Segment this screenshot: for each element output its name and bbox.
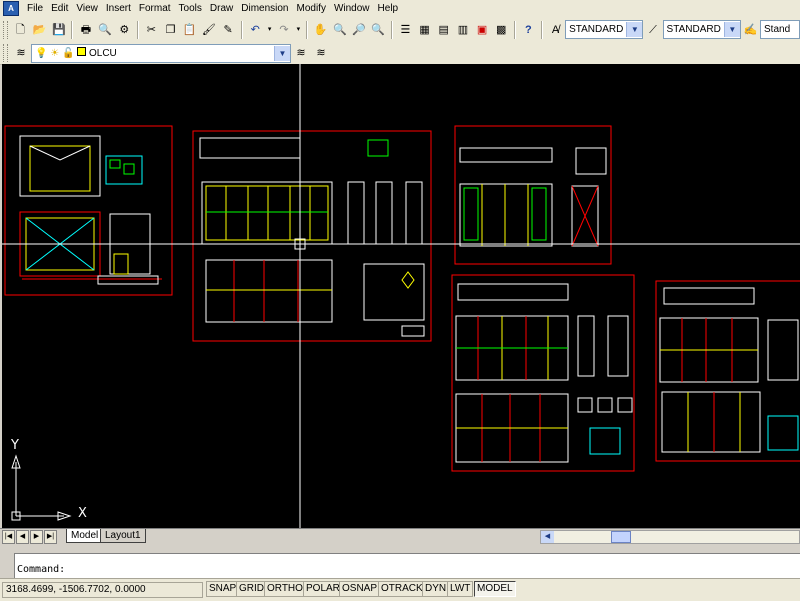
plot-icon[interactable]: 🖶 [77, 21, 94, 39]
chevron-down-icon[interactable]: ▼ [626, 22, 643, 37]
undo-icon[interactable]: ↶ [247, 21, 264, 39]
status-bar: 3168.4699, -1506.7702, 0.0000 SNAP GRID … [0, 578, 800, 601]
menu-edit[interactable]: Edit [47, 0, 72, 17]
horizontal-scrollbar[interactable]: ◀ [540, 530, 800, 544]
menu-help[interactable]: Help [374, 0, 403, 17]
layer-color-swatch [77, 47, 87, 56]
lwt-toggle[interactable]: LWT [447, 581, 474, 597]
match-properties-icon[interactable]: 🖌 [200, 21, 217, 39]
pan-icon[interactable]: ✋ [312, 21, 329, 39]
last-tab-icon[interactable]: ▶| [44, 530, 57, 544]
crosshair-cursor [2, 64, 800, 528]
standard-toolbar: 🗋 📂 💾 🖶 🔍 ⚙ ✂ ❐ 📋 🖌 ✎ ↶ ▾ ↷ ▾ ✋ 🔍 🔎 🔍 ☰ … [0, 17, 800, 43]
drawing-area[interactable]: Y X [2, 64, 800, 528]
dyn-toggle[interactable]: DYN [422, 581, 450, 597]
layout-tabs-bar: |◀ ◀ ▶ ▶| Model Layout1 ◀ [0, 528, 800, 544]
zoom-realtime-icon[interactable]: 🔍 [331, 21, 348, 39]
current-layer-name: OLCU [89, 48, 117, 59]
ucs-x-label: X [78, 506, 87, 521]
markup-icon[interactable]: ▣ [473, 21, 490, 39]
sheet-set-icon[interactable]: ▥ [454, 21, 471, 39]
help-icon[interactable]: ? [520, 21, 537, 39]
ucs-y-label: Y [11, 438, 19, 453]
coordinate-readout[interactable]: 3168.4699, -1506.7702, 0.0000 [2, 582, 203, 598]
make-layer-current-icon[interactable]: ≋ [292, 44, 310, 62]
zoom-previous-icon[interactable]: 🔍 [370, 21, 387, 39]
publish-icon[interactable]: ⚙ [116, 21, 133, 39]
design-center-icon[interactable]: ▦ [416, 21, 433, 39]
drawing-sheet [451, 274, 635, 472]
tab-layout1[interactable]: Layout1 [100, 529, 146, 543]
model-space-toggle[interactable]: MODEL [474, 581, 516, 597]
dim-style-icon: ⟋ [649, 23, 657, 36]
properties-icon[interactable]: ☰ [397, 21, 414, 39]
menu-draw[interactable]: Draw [206, 0, 237, 17]
otrack-toggle[interactable]: OTRACK [378, 581, 426, 597]
command-line[interactable]: Command: [14, 553, 800, 579]
open-icon[interactable]: 📂 [31, 21, 48, 39]
layer-on-icon: 💡 [35, 48, 48, 59]
menu-dimension[interactable]: Dimension [237, 0, 292, 17]
drawing-sheet [655, 280, 800, 462]
ucs-icon [11, 454, 72, 521]
text-style-select[interactable]: STANDARD ▼ [565, 20, 644, 39]
toolbar-grip[interactable] [3, 20, 8, 39]
previous-tab-icon[interactable]: ◀ [16, 530, 29, 544]
chevron-down-icon[interactable]: ▼ [274, 45, 290, 61]
snap-toggle[interactable]: SNAP [206, 581, 240, 597]
block-editor-icon[interactable]: ✎ [219, 21, 236, 39]
paste-icon[interactable]: 📋 [181, 21, 198, 39]
autocad-app-icon[interactable]: A [3, 1, 19, 16]
zoom-window-icon[interactable]: 🔎 [351, 21, 368, 39]
scroll-left-icon[interactable]: ◀ [541, 531, 554, 543]
plot-preview-icon[interactable]: 🔍 [97, 21, 114, 39]
tool-palettes-icon[interactable]: ▤ [435, 21, 452, 39]
layers-toolbar: ≋ 💡 ☀ 🔓 OLCU ▼ ≋ ≋ [0, 42, 800, 65]
undo-dropdown-icon[interactable]: ▾ [266, 21, 274, 39]
chevron-down-icon[interactable]: ▼ [723, 22, 740, 37]
save-icon[interactable]: 💾 [50, 21, 67, 39]
first-tab-icon[interactable]: |◀ [2, 530, 15, 544]
osnap-toggle[interactable]: OSNAP [339, 581, 381, 597]
text-style-icon: A̸ [551, 23, 560, 36]
menu-tools[interactable]: Tools [175, 0, 206, 17]
command-window: Command: [0, 544, 800, 579]
layer-thaw-icon: ☀ [50, 48, 60, 59]
redo-icon[interactable]: ↷ [275, 21, 292, 39]
table-style-select[interactable]: Stand [760, 20, 800, 39]
menu-format[interactable]: Format [135, 0, 175, 17]
menu-window[interactable]: Window [330, 0, 374, 17]
tab-model[interactable]: Model [66, 529, 104, 543]
drawing-sheet [192, 130, 432, 342]
cut-icon[interactable]: ✂ [143, 21, 160, 39]
command-prompt: Command: [17, 564, 66, 575]
new-icon[interactable]: 🗋 [12, 21, 29, 39]
menu-view[interactable]: View [72, 0, 102, 17]
redo-dropdown-icon[interactable]: ▾ [295, 21, 303, 39]
layer-lock-icon: 🔓 [61, 48, 75, 59]
drawing-sheet [454, 125, 612, 265]
menu-insert[interactable]: Insert [102, 0, 135, 17]
dim-style-select[interactable]: STANDARD ▼ [662, 20, 741, 39]
layer-select[interactable]: 💡 ☀ 🔓 OLCU ▼ [31, 43, 291, 63]
menu-modify[interactable]: Modify [293, 0, 330, 17]
calculator-icon[interactable]: ▩ [493, 21, 510, 39]
menu-file[interactable]: File [23, 0, 47, 17]
drawing-svg [2, 64, 800, 528]
table-style-icon: ✍ [743, 23, 758, 36]
next-tab-icon[interactable]: ▶ [30, 530, 43, 544]
grid-toggle[interactable]: GRID [236, 581, 267, 597]
ortho-toggle[interactable]: ORTHO [264, 581, 306, 597]
polar-toggle[interactable]: POLAR [303, 581, 343, 597]
toolbar-grip[interactable] [3, 44, 8, 62]
scroll-thumb[interactable] [611, 531, 631, 543]
layer-previous-icon[interactable]: ≋ [312, 44, 330, 62]
layer-manager-icon[interactable]: ≋ [12, 44, 30, 62]
copy-icon[interactable]: ❐ [162, 21, 179, 39]
menu-bar: A File Edit View Insert Format Tools Dra… [0, 0, 800, 17]
drawing-sheet [4, 125, 173, 296]
